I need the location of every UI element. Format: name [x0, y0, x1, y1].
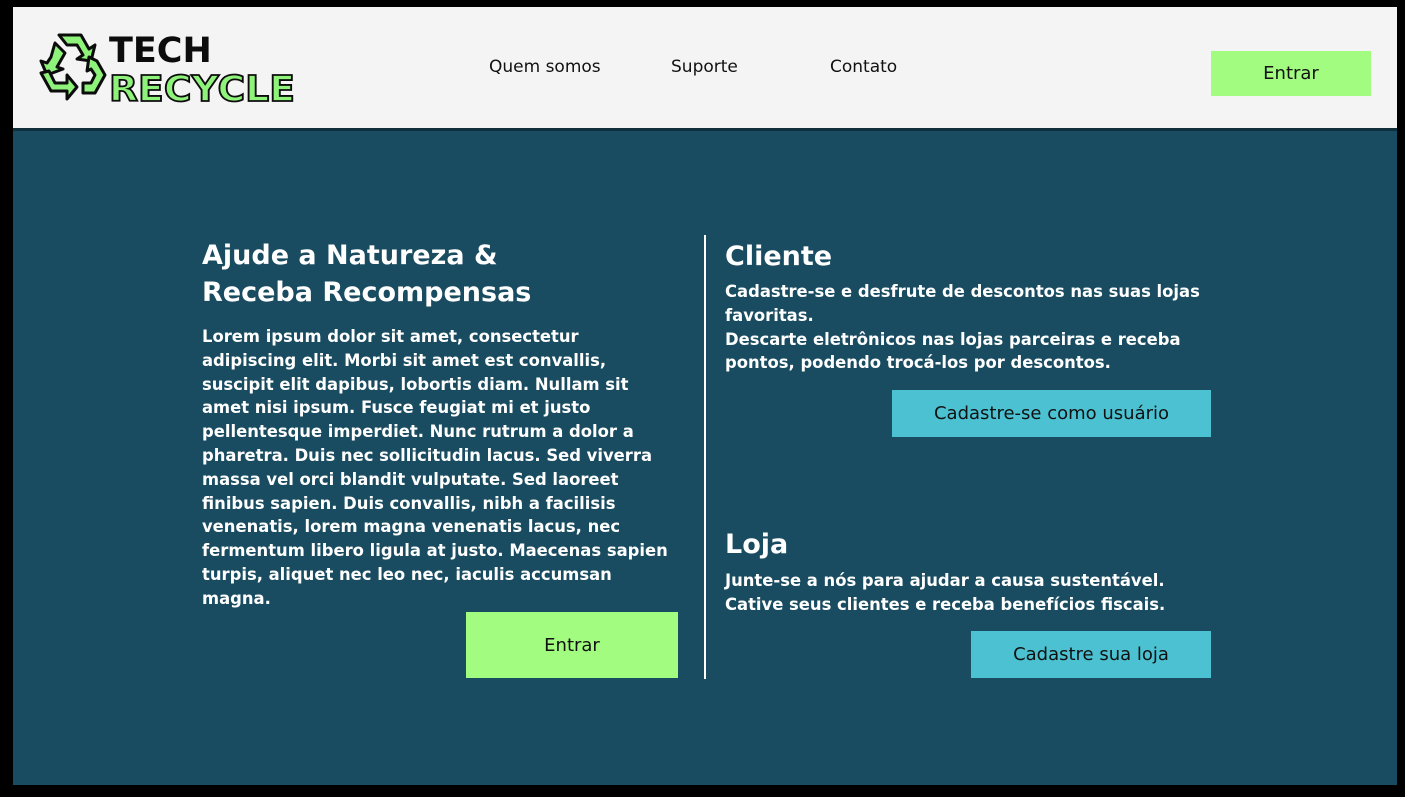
nav-link-quem-somos[interactable]: Quem somos	[489, 57, 601, 77]
loja-description: Junte-se a nós para ajudar a causa suste…	[725, 571, 1166, 614]
register-store-button[interactable]: Cadastre sua loja	[971, 631, 1211, 678]
cliente-line-2: Descarte eletrônicos nas lojas parceiras…	[725, 329, 1181, 373]
logo-text-tech: TECH	[109, 31, 212, 71]
nav-link-contato[interactable]: Contato	[830, 57, 897, 77]
page-frame: TECH RECYCLE Quem somos Suporte Contato …	[13, 7, 1397, 785]
hero-title-line1: Ajude a Natureza &	[202, 240, 498, 271]
loja-title: Loja	[725, 529, 789, 560]
top-header: TECH RECYCLE Quem somos Suporte Contato …	[13, 7, 1397, 131]
cliente-line-1: Cadastre-se e desfrute de descontos nas …	[725, 282, 1200, 325]
header-login-button[interactable]: Entrar	[1211, 51, 1371, 96]
hero-title-line2: Receba Recompensas	[202, 277, 532, 308]
cliente-title: Cliente	[725, 241, 833, 272]
hero-body-text: Lorem ipsum dolor sit amet, consectetur …	[202, 327, 668, 608]
cliente-description: Cadastre-se e desfrute de descontos nas …	[725, 280, 1211, 375]
hero-login-button[interactable]: Entrar	[466, 612, 678, 678]
logo-text-recycle: RECYCLE	[109, 69, 295, 109]
register-user-button[interactable]: Cadastre-se como usuário	[892, 390, 1211, 437]
section-divider	[704, 235, 706, 679]
nav-link-suporte[interactable]: Suporte	[671, 57, 738, 77]
hero-title: Ajude a Natureza & Receba Recompensas	[202, 237, 672, 311]
recycle-logo-icon: TECH RECYCLE	[39, 31, 296, 109]
logo[interactable]: TECH RECYCLE	[37, 29, 302, 109]
